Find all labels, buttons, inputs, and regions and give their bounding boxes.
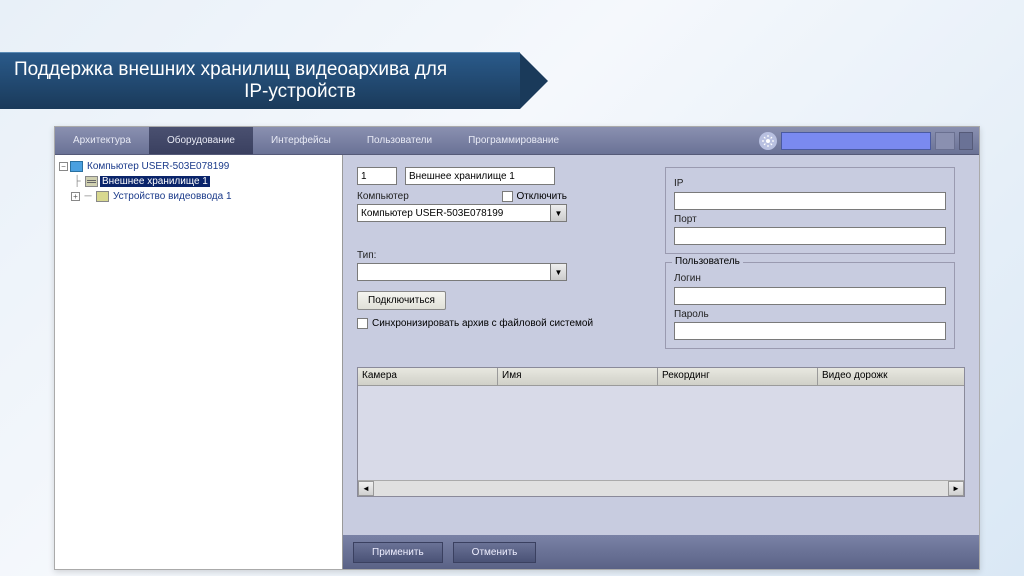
slide-title-line2: IP-устройств [14,81,506,103]
grid-header: Камера Имя Рекординг Видео дорожк [358,368,964,386]
name-input[interactable] [405,167,555,185]
disable-label: Отключить [516,191,567,202]
grid-view-icon[interactable] [935,132,955,150]
type-select-value[interactable] [357,263,551,281]
tab-programming[interactable]: Программирование [450,127,577,154]
ip-label: IP [674,178,946,189]
horizontal-scrollbar[interactable]: ◄ ► [358,480,964,496]
type-select[interactable]: ▼ [357,263,567,281]
col-name[interactable]: Имя [498,368,658,385]
user-fieldset: Пользователь Логин Пароль [665,262,955,349]
id-input[interactable] [357,167,397,185]
connect-button[interactable]: Подключиться [357,291,446,310]
user-legend: Пользователь [672,256,743,267]
sync-checkbox[interactable] [357,318,368,329]
tab-interfaces[interactable]: Интерфейсы [253,127,349,154]
apply-button[interactable]: Применить [353,542,443,563]
collapse-icon[interactable]: − [59,162,68,171]
search-input[interactable] [781,132,931,150]
expand-icon[interactable]: + [71,192,80,201]
app-window: Архитектура Оборудование Интерфейсы Поль… [54,126,980,570]
storage-icon [85,176,98,187]
tree-row-video[interactable]: + ─ Устройство видеоввода 1 [57,189,340,204]
tree-row-computer[interactable]: − Компьютер USER-503E078199 [57,159,340,174]
col-track[interactable]: Видео дорожк [818,368,964,385]
topbar-right [759,127,979,154]
bottom-bar: Применить Отменить [343,535,979,569]
type-label: Тип: [357,250,637,261]
port-label: Порт [674,214,946,225]
scroll-track[interactable] [374,481,948,496]
topbar: Архитектура Оборудование Интерфейсы Поль… [55,127,979,155]
disable-checkbox[interactable] [502,191,513,202]
tree-label-computer: Компьютер USER-503E078199 [85,161,231,172]
chevron-down-icon[interactable]: ▼ [551,204,567,222]
tree-row-storage[interactable]: ├ Внешнее хранилище 1 [57,174,340,189]
password-input[interactable] [674,322,946,340]
tree-panel: − Компьютер USER-503E078199 ├ Внешнее хр… [55,155,343,569]
computer-icon [70,161,83,172]
tab-architecture[interactable]: Архитектура [55,127,149,154]
login-input[interactable] [674,287,946,305]
login-label: Логин [674,273,946,284]
tree-connector: ─ [82,191,94,202]
network-fieldset: IP Порт [665,167,955,254]
panel-toggle-icon[interactable] [959,132,973,150]
password-label: Пароль [674,309,946,320]
sync-label: Синхронизировать архив с файловой систем… [372,318,593,329]
config-panel: Компьютер Отключить ▼ Тип: [343,155,979,569]
camera-grid: Камера Имя Рекординг Видео дорожк ◄ ► [357,367,965,497]
gear-icon[interactable] [759,132,777,150]
col-recording[interactable]: Рекординг [658,368,818,385]
tree-label-storage: Внешнее хранилище 1 [100,176,210,187]
col-camera[interactable]: Камера [358,368,498,385]
computer-label: Компьютер [357,191,409,202]
video-device-icon [96,191,109,202]
computer-select[interactable]: ▼ [357,204,567,222]
slide-title: Поддержка внешних хранилищ видеоархива д… [0,52,520,109]
app-body: − Компьютер USER-503E078199 ├ Внешнее хр… [55,155,979,569]
tab-equipment[interactable]: Оборудование [149,127,253,154]
slide-title-line1: Поддержка внешних хранилищ видеоархива д… [14,59,447,80]
scroll-left-icon[interactable]: ◄ [358,481,374,496]
cancel-button[interactable]: Отменить [453,542,537,563]
tree-connector: ├ [71,176,83,187]
port-input[interactable] [674,227,946,245]
computer-select-value[interactable] [357,204,551,222]
grid-body [358,386,964,480]
tab-users[interactable]: Пользователи [349,127,450,154]
scroll-right-icon[interactable]: ► [948,481,964,496]
ip-input[interactable] [674,192,946,210]
tree-label-video: Устройство видеоввода 1 [111,191,234,202]
chevron-down-icon[interactable]: ▼ [551,263,567,281]
